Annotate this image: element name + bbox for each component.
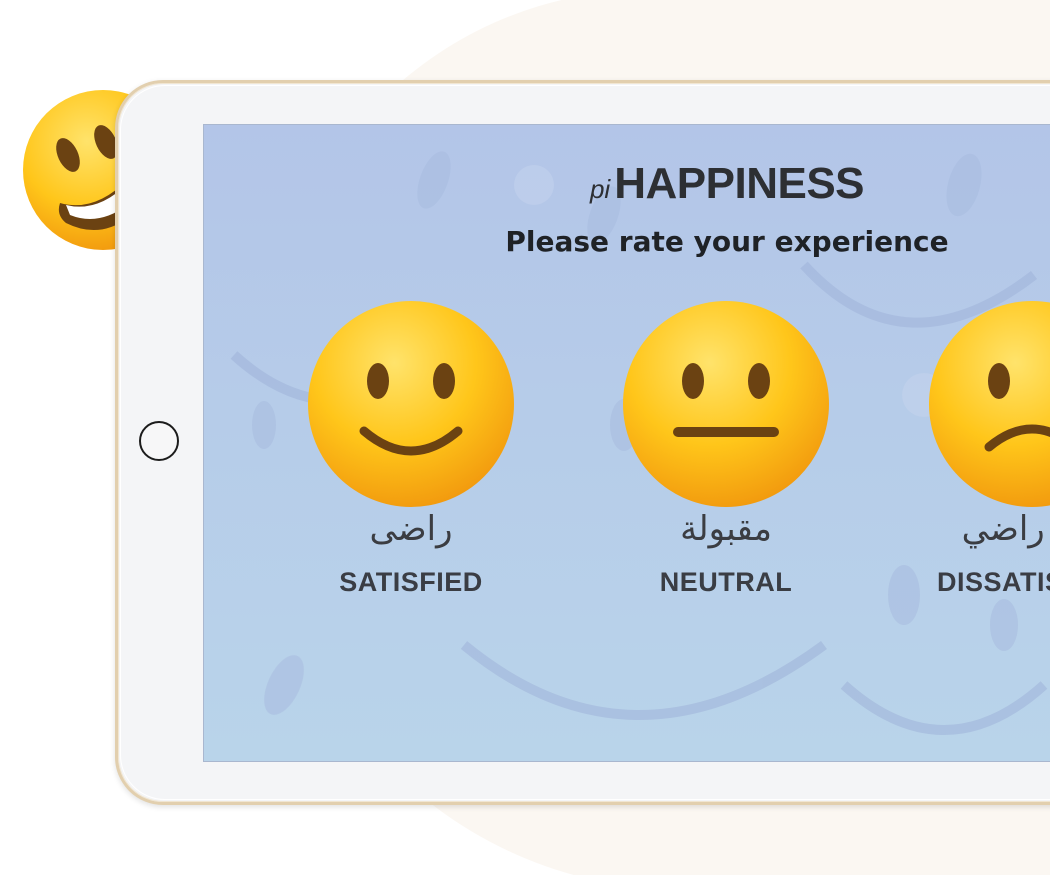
- rating-prompt: Please rate your experience: [505, 225, 949, 258]
- brand-prefix: pi: [589, 174, 611, 204]
- home-button[interactable]: [139, 421, 179, 461]
- hero-illustration: piHAPPINESS Please rate your experience …: [0, 0, 1050, 875]
- app-title: piHAPPINESS: [204, 159, 1050, 209]
- slightly-frowning-face-icon: [929, 301, 1050, 507]
- rating-option-satisfied[interactable]: راضى SATISFIED: [301, 297, 521, 607]
- rating-arabic-label: مقبولة: [680, 509, 772, 549]
- neutral-face-icon: [623, 301, 829, 507]
- rating-option-neutral[interactable]: مقبولة NEUTRAL: [616, 297, 836, 607]
- brand-name: HAPPINESS: [614, 159, 865, 208]
- rating-label: NEUTRAL: [659, 567, 793, 597]
- rating-arabic-label: غير راضي: [961, 509, 1050, 549]
- slightly-smiling-face-icon: [308, 301, 514, 507]
- rating-label: DISSATISFIED: [936, 567, 1050, 597]
- rating-arabic-label: راضى: [369, 509, 453, 549]
- rating-option-dissatisfied[interactable]: غير راضي DISSATISFIED: [922, 297, 1050, 607]
- rating-label: SATISFIED: [339, 567, 483, 597]
- tablet-screen: piHAPPINESS Please rate your experience …: [203, 124, 1050, 762]
